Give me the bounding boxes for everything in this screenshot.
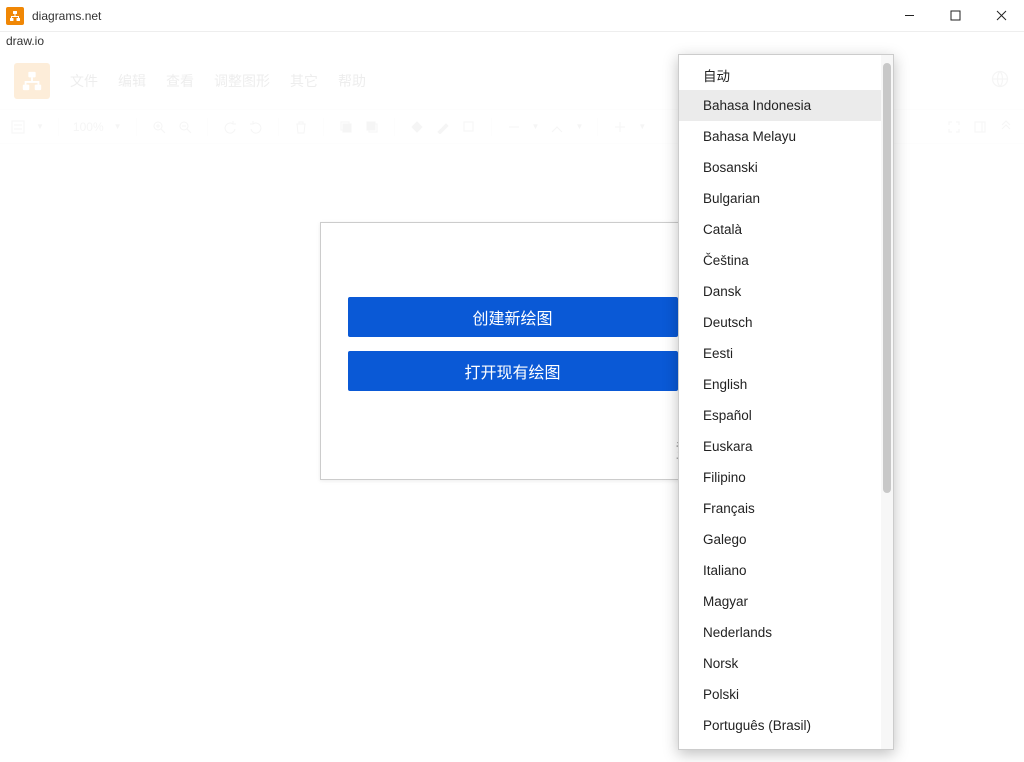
window-controls <box>886 0 1024 31</box>
language-option[interactable]: Français <box>679 493 881 524</box>
window-titlebar: diagrams.net <box>0 0 1024 32</box>
zoom-out-icon[interactable] <box>177 119 193 135</box>
language-icon[interactable] <box>990 69 1010 92</box>
language-option[interactable]: Deutsch <box>679 307 881 338</box>
menu-arrange[interactable]: 调整图形 <box>214 71 270 91</box>
language-option[interactable]: Português (Brasil) <box>679 710 881 741</box>
scrollbar-thumb[interactable] <box>883 63 891 493</box>
language-option[interactable]: Euskara <box>679 431 881 462</box>
fill-color-icon[interactable] <box>409 119 425 135</box>
language-option[interactable]: Español <box>679 400 881 431</box>
language-option[interactable]: 自动 <box>679 59 881 90</box>
language-option[interactable]: Italiano <box>679 555 881 586</box>
language-option[interactable]: Bahasa Indonesia <box>679 90 881 121</box>
language-option[interactable]: Nederlands <box>679 617 881 648</box>
language-dropdown: 自动Bahasa IndonesiaBahasa MelayuBosanskiB… <box>678 54 894 750</box>
language-option[interactable]: Magyar <box>679 586 881 617</box>
language-option[interactable]: English <box>679 369 881 400</box>
delete-icon[interactable] <box>293 119 309 135</box>
app-icon <box>6 7 24 25</box>
language-scrollbar[interactable] <box>881 55 893 749</box>
close-button[interactable] <box>978 0 1024 31</box>
connection-icon[interactable] <box>506 119 522 135</box>
language-option[interactable]: Čeština <box>679 245 881 276</box>
add-icon[interactable] <box>612 119 628 135</box>
undo-icon[interactable] <box>222 119 238 135</box>
maximize-button[interactable] <box>932 0 978 31</box>
language-list: 自动Bahasa IndonesiaBahasa MelayuBosanskiB… <box>679 55 881 749</box>
language-option[interactable]: Català <box>679 214 881 245</box>
language-option[interactable]: Bulgarian <box>679 183 881 214</box>
minimize-button[interactable] <box>886 0 932 31</box>
welcome-dialog: 创建新绘图 打开现有绘图 语言 <box>320 222 705 480</box>
collapse-icon[interactable] <box>998 119 1014 135</box>
logo-icon <box>14 63 50 99</box>
window-title: diagrams.net <box>32 9 101 23</box>
view-dropdown-icon[interactable] <box>10 119 26 135</box>
create-new-button[interactable]: 创建新绘图 <box>348 297 678 337</box>
language-option[interactable]: Português (Portugal) <box>679 741 881 749</box>
fullscreen-icon[interactable] <box>946 119 962 135</box>
zoom-level[interactable]: 100% <box>73 120 104 134</box>
document-subtitle: draw.io <box>0 32 1024 52</box>
menu-help[interactable]: 帮助 <box>338 71 366 91</box>
format-panel-icon[interactable] <box>972 119 988 135</box>
line-color-icon[interactable] <box>435 119 451 135</box>
to-front-icon[interactable] <box>338 119 354 135</box>
menubar: 文件 编辑 查看 调整图形 其它 帮助 <box>70 71 366 91</box>
language-option[interactable]: Bosanski <box>679 152 881 183</box>
waypoint-icon[interactable] <box>549 119 565 135</box>
language-option[interactable]: Eesti <box>679 338 881 369</box>
redo-icon[interactable] <box>248 119 264 135</box>
shadow-icon[interactable] <box>461 119 477 135</box>
language-option[interactable]: Galego <box>679 524 881 555</box>
language-option[interactable]: Bahasa Melayu <box>679 121 881 152</box>
language-option[interactable]: Filipino <box>679 462 881 493</box>
language-option[interactable]: Dansk <box>679 276 881 307</box>
menu-extras[interactable]: 其它 <box>290 71 318 91</box>
language-option[interactable]: Polski <box>679 679 881 710</box>
zoom-in-icon[interactable] <box>151 119 167 135</box>
open-existing-button[interactable]: 打开现有绘图 <box>348 351 678 391</box>
menu-file[interactable]: 文件 <box>70 71 98 91</box>
menu-view[interactable]: 查看 <box>166 71 194 91</box>
menu-edit[interactable]: 编辑 <box>118 71 146 91</box>
language-option[interactable]: Norsk <box>679 648 881 679</box>
to-back-icon[interactable] <box>364 119 380 135</box>
